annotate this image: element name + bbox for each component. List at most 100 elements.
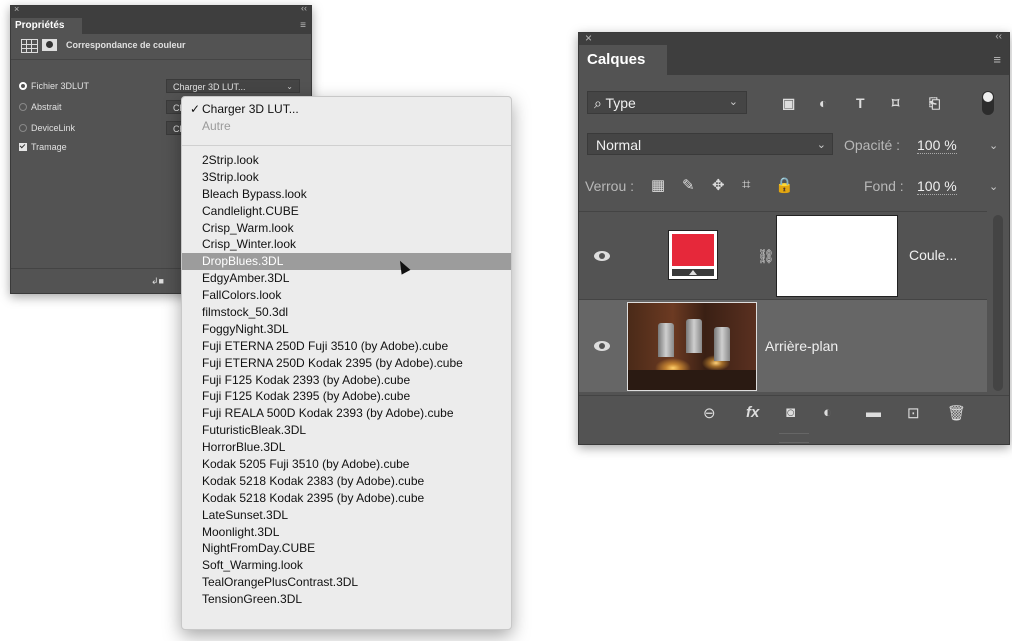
lock-image-pixels-icon[interactable]: ✎	[682, 176, 695, 194]
lock-transparent-pixels-icon[interactable]: ▦	[651, 176, 665, 194]
radio-3dlut-file[interactable]	[19, 82, 27, 90]
layer-row-color-fill[interactable]: ⛓ Coule...	[579, 211, 987, 300]
lock-position-icon[interactable]: ✥	[712, 176, 725, 194]
menu-item-load-lut[interactable]: ✓ Charger 3D LUT...	[182, 101, 511, 117]
lut-menu-item[interactable]: Soft_Warming.look	[182, 557, 511, 574]
lut-menu-item[interactable]: Candlelight.CUBE	[182, 203, 511, 220]
option-devicelink[interactable]: DeviceLink	[19, 123, 75, 133]
lut-menu-item[interactable]: Fuji ETERNA 250D Fuji 3510 (by Adobe).cu…	[182, 338, 511, 355]
lut-menu-item[interactable]: Moonlight.3DL	[182, 524, 511, 541]
collapse-icon[interactable]: ‹‹	[995, 31, 1002, 42]
opacity-label: Opacité :	[844, 137, 901, 153]
lut-menu-item[interactable]: Fuji ETERNA 250D Kodak 2395 (by Adobe).c…	[182, 355, 511, 372]
radio-devicelink[interactable]	[19, 124, 27, 132]
new-group-icon[interactable]: ▬	[866, 404, 881, 421]
layers-tabbar: Calques ≡	[579, 45, 1009, 75]
lut-menu-item[interactable]: 3Strip.look	[182, 169, 511, 186]
filter-type-icon[interactable]: T	[856, 95, 865, 111]
filter-shape-icon[interactable]: ⌑	[892, 95, 899, 112]
lut-menu-item[interactable]: DropBlues.3DL	[182, 253, 511, 271]
new-adjustment-icon[interactable]: ◐	[823, 404, 832, 421]
link-chain-icon[interactable]: ⛓	[757, 248, 775, 265]
menu-separator	[182, 145, 511, 146]
close-icon[interactable]: ×	[585, 31, 592, 45]
checkmark-icon: ✓	[190, 102, 201, 116]
layer-mask-icon[interactable]	[42, 39, 57, 51]
layer-name[interactable]: Coule...	[909, 247, 957, 263]
option-label: Tramage	[31, 142, 67, 152]
option-3dlut-file[interactable]: Fichier 3DLUT	[19, 81, 89, 91]
lock-all-icon[interactable]: 🔒	[775, 176, 794, 194]
lut-menu-item[interactable]: FallColors.look	[182, 287, 511, 304]
filter-pixel-icon[interactable]: ▣	[782, 95, 795, 112]
lut-menu-item[interactable]: Crisp_Warm.look	[182, 220, 511, 237]
filter-toggle[interactable]	[982, 91, 994, 115]
visibility-eye-icon[interactable]	[594, 251, 610, 261]
lut-menu-item[interactable]: Fuji REALA 500D Kodak 2393 (by Adobe).cu…	[182, 405, 511, 422]
opacity-value[interactable]: 100 %	[917, 137, 957, 154]
lock-label: Verrou :	[585, 178, 635, 194]
menu-item-label: Charger 3D LUT...	[202, 102, 299, 116]
filter-adjustment-icon[interactable]: ◐	[819, 95, 827, 111]
lut-menu-item[interactable]: FoggyNight.3DL	[182, 321, 511, 338]
fill-value[interactable]: 100 %	[917, 178, 957, 195]
lut-menu-item[interactable]: Fuji F125 Kodak 2395 (by Adobe).cube	[182, 388, 511, 405]
lut-menu-item[interactable]: TealOrangePlusContrast.3DL	[182, 574, 511, 591]
radio-abstract[interactable]	[19, 103, 27, 111]
trash-icon[interactable]: 🗑	[947, 404, 966, 422]
fx-icon[interactable]: fx	[746, 404, 759, 421]
filter-kind-select[interactable]: ⌕ Type ⌄	[587, 91, 747, 114]
link-layers-icon[interactable]: ⊖	[703, 404, 716, 422]
layer-mask-thumbnail[interactable]	[776, 215, 898, 297]
blend-mode-value: Normal	[596, 137, 642, 153]
background-thumbnail[interactable]	[627, 302, 757, 391]
lut-menu-item[interactable]: Fuji F125 Kodak 2393 (by Adobe).cube	[182, 372, 511, 389]
lut-menu-item[interactable]: Crisp_Winter.look	[182, 236, 511, 253]
lut-menu-item[interactable]: 2Strip.look	[182, 152, 511, 169]
blend-mode-select[interactable]: Normal ⌄	[587, 133, 833, 155]
lock-artboard-icon[interactable]: ⌗	[742, 176, 750, 193]
add-mask-icon[interactable]: ◙	[786, 404, 795, 421]
lut-menu-item[interactable]: FuturisticBleak.3DL	[182, 422, 511, 439]
chevron-down-icon[interactable]: ⌄	[989, 139, 998, 152]
lut-file-select[interactable]: Charger 3D LUT... ⌄	[166, 79, 300, 93]
lut-menu-item[interactable]: Kodak 5218 Kodak 2383 (by Adobe).cube	[182, 473, 511, 490]
layer-row-background[interactable]: Arrière-plan	[579, 299, 987, 392]
layers-list: ⛓ Coule... Arrière-plan	[579, 211, 987, 393]
layer-name[interactable]: Arrière-plan	[765, 338, 838, 354]
lut-dropdown-menu: ✓ Charger 3D LUT... Autre 2Strip.look 3St…	[181, 96, 512, 630]
lut-menu-item[interactable]: LateSunset.3DL	[182, 507, 511, 524]
clip-to-layer-icon[interactable]: ↲■	[151, 276, 164, 287]
lut-menu-item[interactable]: filmstock_50.3dl	[182, 304, 511, 321]
menu-item-other: Autre	[182, 118, 511, 134]
select-value: Charger 3D LUT...	[173, 82, 246, 92]
panel-menu-icon[interactable]: ≡	[993, 52, 1001, 67]
new-layer-icon[interactable]: ⊡	[907, 404, 920, 422]
layers-bottombar: ⊖ fx ◙ ◐ ▬ ⊡ 🗑	[579, 395, 1009, 432]
close-icon[interactable]: ×	[14, 4, 19, 14]
lut-menu-item[interactable]: TensionGreen.3DL	[182, 591, 511, 608]
tab-properties[interactable]: Propriétés	[11, 18, 83, 34]
fill-layer-thumbnail[interactable]	[668, 230, 718, 280]
lut-menu-item[interactable]: EdgyAmber.3DL	[182, 270, 511, 287]
tab-layers[interactable]: Calques	[579, 45, 668, 75]
chevron-down-icon: ⌄	[816, 139, 826, 151]
filter-smart-object-icon[interactable]: ⎗	[929, 95, 940, 112]
photo-base	[628, 370, 756, 390]
lut-menu-item[interactable]: Bleach Bypass.look	[182, 186, 511, 203]
lut-menu-item[interactable]: NightFromDay.CUBE	[182, 540, 511, 557]
lut-menu-item[interactable]: HorrorBlue.3DL	[182, 439, 511, 456]
resize-grip[interactable]	[779, 433, 809, 443]
lut-menu-item[interactable]: Kodak 5218 Kodak 2395 (by Adobe).cube	[182, 490, 511, 507]
chevron-down-icon: ⌄	[286, 82, 293, 91]
panel-menu-icon[interactable]: ≡	[300, 20, 306, 31]
option-dither[interactable]: Tramage	[19, 142, 67, 152]
chevron-down-icon[interactable]: ⌄	[989, 180, 998, 193]
lut-menu-item[interactable]: Kodak 5205 Fuji 3510 (by Adobe).cube	[182, 456, 511, 473]
search-icon: ⌕	[594, 95, 606, 111]
visibility-eye-icon[interactable]	[594, 341, 610, 351]
option-abstract[interactable]: Abstrait	[19, 102, 62, 112]
collapse-icon[interactable]: ‹‹	[301, 3, 307, 13]
dither-checkbox[interactable]	[19, 143, 27, 151]
layers-scrollbar[interactable]	[993, 215, 1003, 391]
